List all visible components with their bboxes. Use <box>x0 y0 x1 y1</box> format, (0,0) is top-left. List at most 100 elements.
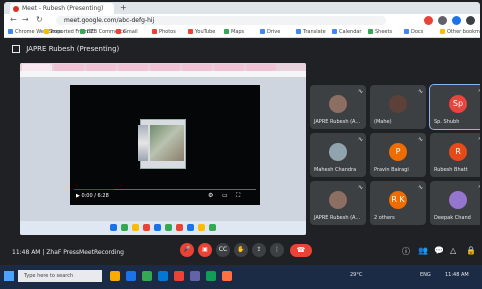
address-bar[interactable]: meet.google.com/abc-defg-hij <box>56 16 386 25</box>
extension-icon[interactable] <box>424 16 433 25</box>
bookmark-item[interactable]: Sheets <box>368 28 392 36</box>
bookmark-item[interactable]: Drive <box>260 28 280 36</box>
bookmark-item[interactable]: Gmail <box>116 28 138 36</box>
app-icon[interactable] <box>222 271 232 281</box>
bookmarks-bar: Chrome Web Store Imported From IE B2B Comm… <box>4 27 480 38</box>
participant-avatar <box>389 95 407 113</box>
bookmark-label: Docs <box>411 29 424 35</box>
participant-name: Pravin Bairagi <box>374 167 409 173</box>
chrome-icon[interactable] <box>142 271 152 281</box>
store-icon[interactable] <box>158 271 168 281</box>
participant-name: Rubesh Bhatt <box>434 167 468 173</box>
bookmark-label: Maps <box>231 29 245 35</box>
participant-tile[interactable]: Sp ∿ Sp. Shubh <box>429 84 480 130</box>
bookmark-item[interactable]: Other bookmarks <box>440 28 480 36</box>
tab-meet[interactable]: Meet - Rubesh (Presenting) <box>10 3 114 14</box>
back-button[interactable]: ← <box>10 15 17 24</box>
participant-tile[interactable]: ∿ Deepak Chand <box>430 181 480 225</box>
mic-off-icon: ∿ <box>417 136 423 143</box>
mic-off-icon: ∿ <box>357 88 363 95</box>
tab-title: Meet - Rubesh (Presenting) <box>22 5 104 12</box>
miniplayer-icon[interactable]: ▭ <box>222 192 228 199</box>
forward-button[interactable]: → <box>22 15 29 24</box>
mic-off-icon: ∿ <box>478 88 480 95</box>
lock-icon[interactable]: 🔒 <box>466 246 476 255</box>
bookmark-icon <box>188 29 193 34</box>
participant-tile[interactable]: P ∿ Pravin Bairagi <box>370 133 426 177</box>
profile-avatar[interactable] <box>452 16 461 25</box>
more-options-button[interactable]: ⋮ <box>270 243 284 257</box>
participant-name: Mahesh Chandra <box>314 167 357 173</box>
app-icon[interactable] <box>206 271 216 281</box>
search-placeholder: Type here to search <box>24 273 74 279</box>
bookmark-item[interactable]: Translate <box>296 28 326 36</box>
meet-favicon-icon <box>13 6 19 12</box>
teams-icon[interactable] <box>190 271 200 281</box>
raise-hand-button[interactable]: ✋ <box>234 243 248 257</box>
mic-off-icon: ∿ <box>478 184 480 191</box>
end-call-button[interactable]: ☎ <box>290 244 312 257</box>
shared-tab <box>246 64 276 71</box>
chat-icon[interactable]: 💬 <box>434 246 444 255</box>
bookmark-item[interactable]: Docs <box>404 28 423 36</box>
video-player[interactable]: ▶ 0:00 / 6:28 ⚙ ▭ ⛶ <box>70 85 260 205</box>
info-icon[interactable]: ⓘ <box>402 246 410 257</box>
app-icon[interactable] <box>174 271 184 281</box>
participant-tile[interactable]: ∿ Mahesh Chandra <box>310 133 366 177</box>
share-icon[interactable] <box>438 16 447 25</box>
captions-button[interactable]: CC <box>216 243 230 257</box>
participant-tile[interactable]: R K ∿ 2 others <box>370 181 426 225</box>
start-icon[interactable] <box>4 271 14 281</box>
bookmark-label: YouTube <box>195 29 216 35</box>
menu-icon[interactable] <box>466 16 475 25</box>
participant-tile[interactable]: R ∿ Rubesh Bhatt <box>430 133 480 177</box>
bookmark-item[interactable]: Photos <box>152 28 176 36</box>
shared-tab-strip <box>20 63 306 71</box>
participant-tile[interactable]: ∿ JAPRE Rubesh (A... <box>310 181 366 225</box>
mic-off-icon: ∿ <box>417 88 423 95</box>
camera-button[interactable]: ▣ <box>198 243 212 257</box>
bookmark-label: Gmail <box>123 29 138 35</box>
taskbar-search[interactable]: Type here to search <box>18 270 102 282</box>
participant-name: JAPRE Rubesh (A... <box>314 215 361 221</box>
bookmark-icon <box>368 29 373 34</box>
weather-temp[interactable]: 29°C <box>350 272 362 278</box>
participant-avatar: Sp <box>449 95 467 113</box>
bookmark-item[interactable]: Maps <box>224 28 244 36</box>
participant-name: Sp. Shubh <box>434 119 460 125</box>
bookmark-item[interactable]: Calendar <box>332 28 361 36</box>
progress-fill <box>74 189 114 190</box>
mic-off-icon: ∿ <box>417 184 423 191</box>
new-tab-button[interactable]: + <box>120 3 127 12</box>
video-frame-photo <box>150 125 184 161</box>
participant-tile[interactable]: ∿ JAPRE Rubesh (A... <box>310 85 366 129</box>
tab-strip: Meet - Rubesh (Presenting) + <box>4 2 480 14</box>
app-icon <box>176 224 183 231</box>
participant-name: JAPRE Rubesh (A... <box>314 119 361 125</box>
participant-tile[interactable]: ∿ (Mahe) <box>370 85 426 129</box>
app-icon <box>154 224 161 231</box>
app-icon <box>165 224 172 231</box>
browser-toolbar: ← → ↻ meet.google.com/abc-defg-hij <box>4 14 480 27</box>
file-explorer-icon[interactable] <box>110 271 120 281</box>
mic-off-icon: ∿ <box>478 136 480 143</box>
bookmark-item[interactable]: YouTube <box>188 28 215 36</box>
bookmark-icon <box>44 29 49 34</box>
settings-icon[interactable]: ⚙ <box>208 192 213 199</box>
bookmark-label: Calendar <box>339 29 362 35</box>
language[interactable]: ENG <box>420 272 431 278</box>
app-icon <box>121 224 128 231</box>
participant-avatar <box>449 191 467 209</box>
app-icon <box>198 224 205 231</box>
bookmark-label: Drive <box>267 29 281 35</box>
mic-off-icon: ∿ <box>357 136 363 143</box>
reload-button[interactable]: ↻ <box>36 15 43 24</box>
clock[interactable]: 11:48 AM <box>445 272 469 278</box>
people-icon[interactable]: 👥 <box>418 246 428 255</box>
fullscreen-icon[interactable]: ⛶ <box>236 192 240 200</box>
edge-icon[interactable] <box>126 271 136 281</box>
bookmark-icon <box>260 29 265 34</box>
present-button[interactable]: ⇪ <box>252 243 266 257</box>
mic-button[interactable]: 🎤 <box>180 243 194 257</box>
activities-icon[interactable]: △ <box>450 246 456 255</box>
